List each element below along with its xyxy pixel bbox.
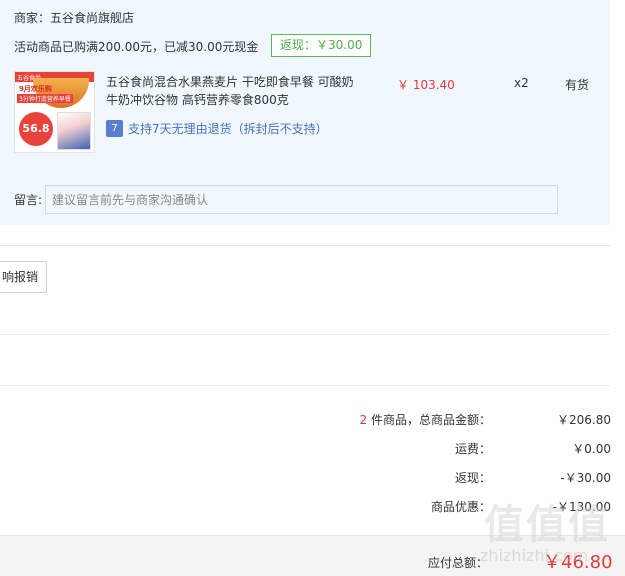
product-thumbnail[interactable]: 五谷食尚 9月欢乐购 3分钟打造营养早餐 56.8 bbox=[14, 71, 95, 153]
return-policy[interactable]: 7 支持7天无理由退货（拆封后不支持） bbox=[106, 120, 328, 137]
message-label: 留言: bbox=[14, 193, 43, 207]
shipping-row: 运费： ￥0.00 bbox=[351, 440, 611, 457]
goods-total-label: 件商品，总商品金额： bbox=[367, 413, 491, 427]
discount-label: 商品优惠： bbox=[430, 500, 491, 514]
rebate-value: -￥30.00 bbox=[560, 471, 611, 485]
thumb-price-circle: 56.8 bbox=[19, 112, 53, 146]
rebate-label: 返现： bbox=[454, 471, 491, 485]
goods-total-value: ￥206.80 bbox=[557, 413, 611, 427]
thumb-promo-line1: 9月欢乐购 bbox=[19, 85, 52, 93]
return-7day-icon: 7 bbox=[106, 120, 123, 137]
discount-row: 商品优惠： -￥130.00 bbox=[351, 498, 611, 515]
rebate-badge: 返现：￥30.00 bbox=[271, 34, 372, 57]
product-box-image bbox=[57, 112, 91, 150]
shipping-value: ￥0.00 bbox=[572, 442, 611, 456]
thumb-promo-line2: 3分钟打造营养早餐 bbox=[17, 94, 73, 103]
divider bbox=[0, 245, 610, 246]
stock-status: 有货 bbox=[565, 78, 590, 92]
total-label: 应付总额： bbox=[428, 556, 489, 570]
order-panel: 商家：五谷食尚旗舰店 活动商品已购满200.00元，已减30.00元现金 返现：… bbox=[0, 0, 610, 225]
divider bbox=[0, 334, 610, 335]
goods-total-row: 2 件商品，总商品金额： ￥206.80 bbox=[271, 411, 611, 428]
message-input[interactable] bbox=[45, 185, 558, 214]
product-title[interactable]: 五谷食尚混合水果燕麦片 干吃即食早餐 可酸奶牛奶冲饮谷物 高钙营养零食800克 bbox=[106, 73, 356, 109]
shipping-label: 运费： bbox=[454, 442, 491, 456]
return-policy-text: 支持7天无理由退货（拆封后不支持） bbox=[128, 122, 328, 136]
divider bbox=[0, 385, 610, 386]
total-bar: 应付总额： ￥46.80 bbox=[0, 535, 625, 576]
unit-price: ￥ 103.40 bbox=[397, 78, 455, 92]
quantity: x2 bbox=[514, 76, 529, 90]
promo-text: 活动商品已购满200.00元，已减30.00元现金 bbox=[14, 40, 259, 54]
invoice-button[interactable]: 响报销 bbox=[0, 261, 47, 293]
rebate-row: 返现： -￥30.00 bbox=[351, 469, 611, 486]
total-value: ￥46.80 bbox=[543, 552, 613, 573]
merchant-name[interactable]: 商家：五谷食尚旗舰店 bbox=[14, 9, 134, 26]
discount-value: -￥130.00 bbox=[552, 500, 611, 514]
